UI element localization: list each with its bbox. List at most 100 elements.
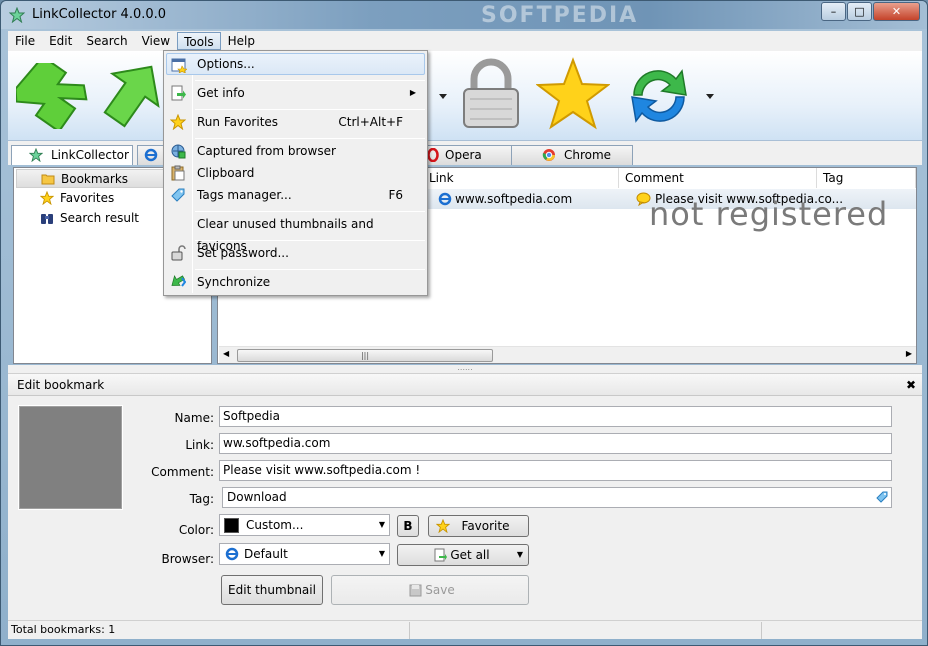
menu-item-label: Set password...: [197, 246, 289, 260]
horizontal-scrollbar[interactable]: ◀ ||| ▶: [219, 346, 916, 363]
menu-separator: [195, 109, 425, 110]
menu-search[interactable]: Search: [79, 32, 134, 50]
get-info-icon: [171, 85, 186, 101]
options-icon: [171, 58, 187, 73]
app-star-icon: [9, 7, 25, 23]
status-divider: [761, 622, 762, 639]
tag-icon: [171, 188, 185, 202]
column-header-link[interactable]: Link: [423, 168, 619, 188]
menu-item-label: Captured from browser: [197, 144, 336, 158]
menu-file[interactable]: File: [8, 32, 42, 50]
linkcollector-star-icon: [29, 148, 43, 162]
tools-menu: Options... Get info ▶ Run Favorites Ctrl…: [163, 50, 428, 296]
browser-value: Default: [244, 547, 288, 561]
splitter[interactable]: ......: [8, 364, 922, 373]
submenu-arrow-icon: ▶: [409, 88, 416, 97]
edit-thumbnail-button[interactable]: Edit thumbnail: [221, 575, 323, 605]
save-disk-icon: [409, 584, 422, 597]
window-title: LinkCollector 4.0.0.0: [32, 7, 167, 22]
menu-item-label: Clipboard: [197, 166, 255, 180]
not-registered-overlay: not registered: [649, 195, 889, 233]
tag-value: Download: [227, 490, 287, 504]
maximize-button[interactable]: □: [847, 2, 872, 21]
menu-separator: [195, 240, 425, 241]
tab-linkcollector-label: LinkCollector: [51, 148, 129, 162]
total-bookmarks: Total bookmarks: 1: [11, 623, 116, 636]
menu-item-run-favorites[interactable]: Run Favorites Ctrl+Alt+F: [166, 111, 425, 133]
tag-field[interactable]: Download: [222, 487, 892, 508]
menu-separator: [195, 211, 425, 212]
favorite-star-icon[interactable]: [536, 57, 610, 131]
dropdown-arrow-icon[interactable]: [438, 91, 448, 101]
export-arrow-icon[interactable]: [103, 59, 165, 129]
opera-icon: [427, 148, 439, 162]
menu-item-set-password[interactable]: Set password...: [166, 242, 425, 264]
tag-icon[interactable]: [875, 490, 889, 504]
menu-help[interactable]: Help: [221, 32, 262, 50]
save-button[interactable]: Save: [331, 575, 529, 605]
menu-separator: [195, 80, 425, 81]
menu-item-synchronize[interactable]: Synchronize: [166, 271, 425, 293]
chevron-down-icon: ▼: [378, 520, 385, 529]
menu-tools[interactable]: Tools: [177, 32, 221, 50]
menu-edit[interactable]: Edit: [42, 32, 79, 50]
star-icon: [170, 114, 186, 130]
column-header-comment[interactable]: Comment: [619, 168, 817, 188]
menu-item-captured-from-browser[interactable]: Captured from browser: [166, 140, 425, 162]
ie-icon: [144, 148, 158, 162]
tab-internet-explorer[interactable]: [137, 145, 165, 165]
tab-chrome[interactable]: Chrome: [511, 145, 633, 165]
color-label: Color:: [178, 523, 214, 537]
menu-separator: [195, 138, 425, 139]
save-label: Save: [425, 583, 455, 597]
menu-item-options[interactable]: Options...: [166, 53, 425, 75]
lock-icon[interactable]: [456, 57, 526, 131]
comment-field[interactable]: Please visit www.softpedia.com !: [219, 460, 892, 481]
tab-opera-label: Opera: [445, 148, 482, 162]
color-combo[interactable]: Custom... ▼: [219, 514, 390, 536]
browser-tabs: LinkCollector Opera Chrome: [8, 141, 922, 165]
menu-item-clear-unused[interactable]: Clear unused thumbnails and favicons: [166, 213, 425, 253]
tree-item-label: Favorites: [60, 191, 115, 205]
synchronize-icon[interactable]: [624, 65, 694, 127]
folder-icon: [41, 174, 55, 185]
tab-opera[interactable]: Opera: [418, 145, 515, 165]
main-window: LinkCollector 4.0.0.0 SOFTPEDIA – □ ✕ Fi…: [0, 0, 928, 646]
browser-combo[interactable]: Default ▼: [219, 543, 390, 565]
menu-separator: [195, 269, 425, 270]
scrollbar-thumb[interactable]: |||: [237, 349, 493, 362]
title-bar: LinkCollector 4.0.0.0 SOFTPEDIA – □ ✕: [1, 1, 927, 29]
get-all-button[interactable]: Get all ▼: [397, 544, 529, 566]
tab-linkcollector[interactable]: LinkCollector: [11, 145, 133, 165]
chevron-down-icon: ▼: [516, 550, 523, 559]
scroll-left-icon[interactable]: ◀: [223, 349, 229, 358]
bold-button[interactable]: B: [397, 515, 419, 537]
comment-label: Comment:: [151, 465, 214, 479]
import-arrow-icon[interactable]: [16, 63, 88, 129]
scroll-right-icon[interactable]: ▶: [906, 349, 912, 358]
chrome-icon: [542, 149, 555, 161]
name-field[interactable]: Softpedia: [219, 406, 892, 427]
column-header-tag[interactable]: Tag: [817, 168, 916, 188]
minimize-button[interactable]: –: [821, 2, 846, 21]
ie-icon: [225, 547, 239, 561]
sync-icon: [171, 275, 186, 287]
link-field[interactable]: ww.softpedia.com: [219, 433, 892, 454]
tab-chrome-label: Chrome: [564, 148, 612, 162]
menu-view[interactable]: View: [135, 32, 177, 50]
get-info-icon: [434, 548, 447, 562]
status-divider: [409, 622, 410, 639]
star-icon: [436, 519, 450, 533]
menu-item-get-info[interactable]: Get info ▶: [166, 82, 425, 104]
menu-item-clipboard[interactable]: Clipboard: [166, 162, 425, 184]
menu-item-label: Get info: [197, 86, 245, 100]
binoculars-icon: [41, 214, 53, 224]
menu-item-shortcut: F6: [388, 188, 403, 202]
favorite-button[interactable]: Favorite: [428, 515, 529, 537]
menu-item-tags-manager[interactable]: Tags manager... F6: [166, 184, 425, 206]
menu-item-label: Run Favorites: [197, 115, 279, 129]
sync-dropdown-arrow-icon[interactable]: [705, 91, 715, 101]
close-icon[interactable]: ✖: [906, 374, 916, 396]
tag-label: Tag:: [189, 492, 214, 506]
close-button[interactable]: ✕: [873, 2, 920, 21]
